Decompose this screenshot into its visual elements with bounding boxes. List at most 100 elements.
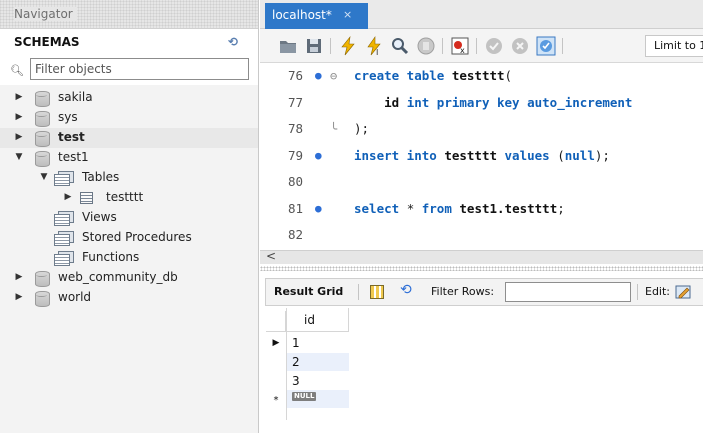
code-line[interactable]: 80 — [260, 169, 703, 195]
tab-label: localhost* — [272, 8, 332, 22]
code-text: ); — [354, 116, 369, 142]
statement-marker-icon: ● — [315, 201, 322, 215]
collapse-arrow-icon[interactable]: ▼ — [14, 148, 24, 168]
schema-item-test[interactable]: ▶ test — [0, 128, 258, 148]
execute-icon[interactable] — [338, 36, 358, 56]
grid-cell-null[interactable]: NULL — [287, 390, 349, 408]
tables-label: Tables — [82, 170, 120, 184]
expand-arrow-icon[interactable]: ▶ — [14, 288, 24, 308]
procedures-label: Stored Procedures — [82, 230, 192, 244]
sql-keyword: null — [564, 147, 595, 163]
save-icon[interactable] — [304, 36, 324, 56]
filter-objects-input[interactable] — [30, 58, 249, 80]
schema-label: test — [58, 130, 85, 144]
collapse-arrow-icon[interactable]: ▼ — [39, 168, 49, 188]
line-number: 81 — [288, 200, 304, 216]
database-icon — [35, 131, 50, 147]
scroll-left-icon[interactable]: < — [266, 249, 276, 263]
expand-arrow-icon[interactable]: ▶ — [63, 188, 73, 208]
fold-icon[interactable]: ⊖ — [330, 63, 337, 89]
svg-text:x: x — [460, 46, 465, 55]
schema-label: sys — [58, 110, 78, 124]
tree-item-stored-procedures[interactable]: Stored Procedures — [0, 228, 258, 248]
open-folder-icon[interactable] — [278, 36, 298, 56]
schema-item-world[interactable]: ▶ world — [0, 288, 258, 308]
functions-folder-icon — [54, 251, 74, 266]
result-grid-tab[interactable]: Result Grid — [274, 279, 343, 305]
close-tab-icon[interactable]: × — [343, 3, 352, 27]
commit-icon[interactable] — [484, 36, 504, 56]
tab-bar: localhost* × — [260, 0, 703, 29]
code-line[interactable]: 82 — [260, 222, 703, 248]
sql-token: ); — [354, 121, 370, 136]
toolbar-separator — [330, 38, 331, 54]
views-label: Views — [82, 210, 117, 224]
column-header-id[interactable]: id — [304, 311, 315, 329]
sql-code-area[interactable]: 76 ● ⊖ create table testttt(77 id int prima… — [260, 63, 703, 248]
sql-keyword: int primary key auto_increment — [406, 94, 633, 110]
sql-token: * — [406, 200, 422, 216]
code-line[interactable]: 78 ╰); — [260, 116, 703, 142]
sql-token: ); — [594, 147, 610, 163]
stop-icon[interactable] — [416, 36, 436, 56]
expand-arrow-icon[interactable]: ▶ — [14, 88, 24, 108]
database-icon — [35, 291, 50, 307]
result-toolbar: Result Grid ⟲ Filter Rows: Edit: — [265, 278, 703, 306]
tree-item-tables[interactable]: ▼ Tables — [0, 168, 258, 188]
sql-toolbar: I x Limit to 1 — [260, 29, 703, 63]
code-line[interactable]: 76 ● ⊖ create table testttt( — [260, 63, 703, 89]
schemas-header: SCHEMAS ⟲ — [0, 29, 258, 55]
sql-token: testttt — [451, 68, 505, 83]
horizontal-scrollbar[interactable]: < — [260, 249, 703, 264]
grid-view-icon[interactable] — [370, 285, 384, 299]
schemas-label: SCHEMAS — [14, 35, 80, 49]
limit-rows-select[interactable]: Limit to 1 — [645, 35, 703, 57]
refresh-icon[interactable]: ⟲ — [226, 35, 240, 49]
grid-cell-id[interactable]: 2 — [287, 353, 349, 371]
execute-current-icon[interactable]: I — [364, 36, 384, 56]
grid-cell-id[interactable]: 1 — [287, 334, 349, 352]
grid-cell-id[interactable]: 3 — [287, 372, 349, 390]
query-editor-panel: localhost* × I x Limit to 1 76 ● ⊖ create t… — [260, 0, 703, 433]
rollback-icon[interactable] — [510, 36, 530, 56]
line-number: 77 — [288, 94, 304, 110]
explain-icon[interactable] — [390, 36, 410, 56]
tab-localhost[interactable]: localhost* × — [265, 3, 368, 29]
tree-item-views[interactable]: Views — [0, 208, 258, 228]
sql-token: test1.testttt — [459, 200, 558, 216]
refresh-results-icon[interactable]: ⟲ — [400, 282, 412, 298]
fold-icon[interactable]: ╰ — [330, 116, 337, 142]
database-icon — [35, 111, 50, 127]
expand-arrow-icon[interactable]: ▶ — [14, 108, 24, 128]
code-line[interactable]: 81 ● select * from test1.testttt; — [260, 196, 703, 222]
tree-item-table-testttt[interactable]: ▶ testttt — [0, 188, 258, 208]
navigator-title: Navigator — [14, 7, 77, 21]
panel-splitter[interactable] — [260, 266, 703, 271]
schema-label: sakila — [58, 90, 93, 104]
expand-arrow-icon[interactable]: ▶ — [14, 128, 24, 148]
toolbar-separator — [637, 284, 638, 300]
current-row-marker-icon: ▶ — [272, 338, 280, 348]
schema-item-web-community-db[interactable]: ▶ web_community_db — [0, 268, 258, 288]
views-folder-icon — [54, 211, 74, 226]
code-line[interactable]: 79 ● insert into testttt values (null); — [260, 143, 703, 169]
tree-item-functions[interactable]: Functions — [0, 248, 258, 268]
schema-label: web_community_db — [58, 270, 178, 284]
null-badge: NULL — [292, 392, 317, 401]
filter-rows-input[interactable] — [505, 282, 631, 302]
sql-token: ( — [557, 147, 565, 163]
code-line[interactable]: 77 id int primary key auto_increment — [260, 90, 703, 116]
schema-item-test1[interactable]: ▼ test1 — [0, 148, 258, 168]
autocommit-icon[interactable] — [536, 36, 556, 56]
workbench-window: Navigator SCHEMAS ⟲ 🔍︎ ▶ sakila ▶ sys — [0, 0, 703, 433]
edit-pencil-icon[interactable] — [675, 284, 693, 300]
statement-marker-icon: ● — [315, 148, 322, 162]
expand-arrow-icon[interactable]: ▶ — [14, 268, 24, 288]
schema-item-sakila[interactable]: ▶ sakila — [0, 88, 258, 108]
code-text: insert into testttt values (null); — [354, 143, 610, 169]
schema-item-sys[interactable]: ▶ sys — [0, 108, 258, 128]
schema-label: test1 — [58, 150, 89, 164]
stop-on-error-icon[interactable]: x — [450, 36, 470, 56]
toolbar-separator — [442, 38, 443, 54]
